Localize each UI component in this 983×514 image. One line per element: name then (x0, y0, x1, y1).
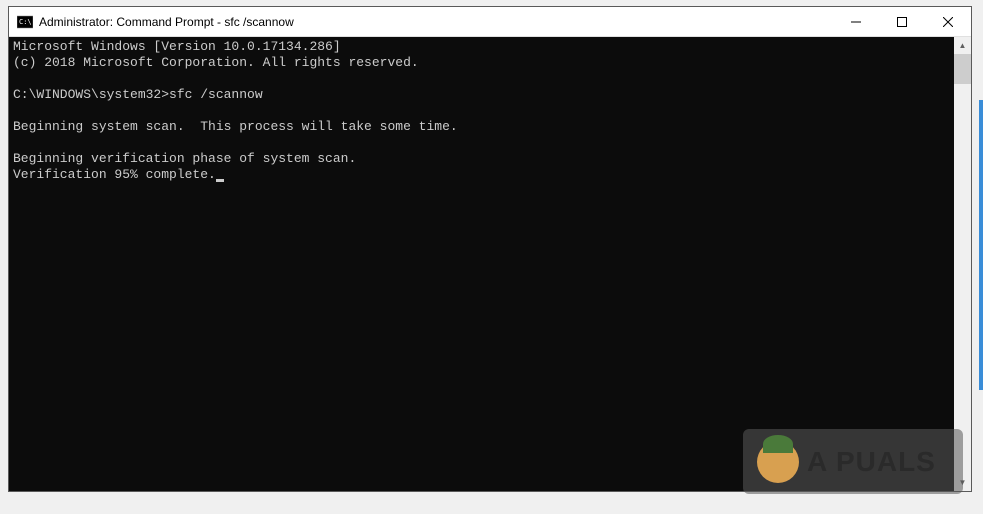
svg-text:C:\: C:\ (19, 18, 32, 26)
watermark-text: A PUALS (807, 446, 936, 478)
scrollbar-thumb[interactable] (954, 54, 971, 84)
scrollbar-track[interactable] (954, 54, 971, 474)
console-line: Verification 95% complete. (13, 167, 216, 182)
console-line: Microsoft Windows [Version 10.0.17134.28… (13, 39, 341, 54)
watermark-logo: A PUALS (743, 429, 963, 494)
window-controls (833, 7, 971, 36)
close-button[interactable] (925, 7, 971, 36)
console-line: Beginning verification phase of system s… (13, 151, 356, 166)
command-prompt-window: C:\ Administrator: Command Prompt - sfc … (8, 6, 972, 492)
text-cursor (216, 179, 224, 182)
console-line: Beginning system scan. This process will… (13, 119, 458, 134)
vertical-scrollbar[interactable]: ▲ ▼ (954, 37, 971, 491)
minimize-button[interactable] (833, 7, 879, 36)
console-body: Microsoft Windows [Version 10.0.17134.28… (9, 37, 971, 491)
console-line: (c) 2018 Microsoft Corporation. All righ… (13, 55, 419, 70)
window-title: Administrator: Command Prompt - sfc /sca… (39, 15, 833, 29)
appuals-mascot-icon (757, 441, 799, 483)
cmd-icon: C:\ (17, 14, 33, 30)
maximize-button[interactable] (879, 7, 925, 36)
console-prompt-line: C:\WINDOWS\system32>sfc /scannow (13, 87, 263, 102)
titlebar[interactable]: C:\ Administrator: Command Prompt - sfc … (9, 7, 971, 37)
console-output[interactable]: Microsoft Windows [Version 10.0.17134.28… (9, 37, 954, 491)
page-edge-decoration (979, 100, 983, 390)
scroll-up-arrow[interactable]: ▲ (954, 37, 971, 54)
